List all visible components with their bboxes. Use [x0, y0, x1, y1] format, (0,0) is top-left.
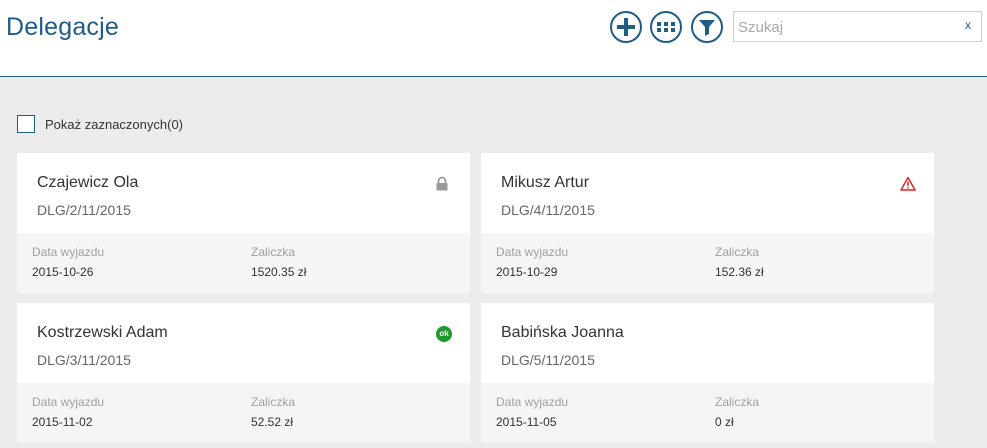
add-button[interactable] — [610, 11, 642, 43]
delegation-number: DLG/2/11/2015 — [37, 202, 131, 218]
card-footer: Data wyjazdu 2015-11-02 Zaliczka 52.52 z… — [17, 383, 470, 443]
search-box: x — [733, 11, 982, 42]
advance-value: 1520.35 zł — [251, 265, 307, 279]
delegation-card[interactable]: Czajewicz Ola DLG/2/11/2015 Data wyjazdu… — [17, 153, 470, 293]
grid-icon — [657, 22, 675, 32]
show-selected-checkbox[interactable] — [17, 115, 35, 133]
employee-name: Kostrzewski Adam — [37, 324, 168, 341]
header-bar: Delegacje x — [0, 0, 987, 77]
warning-icon — [900, 176, 916, 192]
filter-button[interactable] — [691, 11, 723, 43]
advance-value: 152.36 zł — [715, 265, 764, 279]
employee-name: Czajewicz Ola — [37, 174, 139, 191]
ok-badge-icon: ok — [436, 326, 452, 342]
advance-value: 52.52 zł — [251, 415, 294, 429]
advance-label: Zaliczka — [715, 245, 760, 259]
plus-icon — [617, 18, 635, 36]
delegation-number: DLG/4/11/2015 — [501, 202, 595, 218]
delegation-number: DLG/5/11/2015 — [501, 352, 595, 368]
delegation-number: DLG/3/11/2015 — [37, 352, 131, 368]
search-input[interactable] — [738, 17, 953, 37]
delegation-card[interactable]: Kostrzewski Adam DLG/3/11/2015 ok Data w… — [17, 303, 470, 443]
advance-label: Zaliczka — [251, 245, 296, 259]
delegation-card[interactable]: Babińska Joanna DLG/5/11/2015 Data wyjaz… — [481, 303, 934, 443]
card-footer: Data wyjazdu 2015-11-05 Zaliczka 0 zł — [481, 383, 934, 443]
employee-name: Babińska Joanna — [501, 324, 624, 341]
page-title: Delegacje — [6, 13, 119, 41]
show-selected-label: Pokaż zaznaczonych(0) — [45, 116, 184, 132]
departure-date-label: Data wyjazdu — [496, 245, 569, 259]
view-toggle-button[interactable] — [650, 11, 682, 43]
employee-name: Mikusz Artur — [501, 174, 590, 191]
departure-date-label: Data wyjazdu — [32, 245, 105, 259]
departure-date-value: 2015-10-26 — [32, 265, 94, 279]
departure-date-value: 2015-11-02 — [32, 415, 93, 429]
filter-icon — [699, 20, 715, 36]
departure-date-value: 2015-11-05 — [496, 415, 557, 429]
advance-label: Zaliczka — [251, 395, 296, 409]
show-selected-row: Pokaż zaznaczonych(0) — [17, 113, 183, 135]
departure-date-value: 2015-10-29 — [496, 265, 558, 279]
clear-search-button[interactable]: x — [965, 18, 971, 32]
departure-date-label: Data wyjazdu — [32, 395, 105, 409]
advance-label: Zaliczka — [715, 395, 760, 409]
card-footer: Data wyjazdu 2015-10-26 Zaliczka 1520.35… — [17, 233, 470, 293]
delegation-card[interactable]: Mikusz Artur DLG/4/11/2015 Data wyjazdu … — [481, 153, 934, 293]
lock-icon — [435, 176, 451, 192]
departure-date-label: Data wyjazdu — [496, 395, 569, 409]
card-footer: Data wyjazdu 2015-10-29 Zaliczka 152.36 … — [481, 233, 934, 293]
advance-value: 0 zł — [715, 415, 734, 429]
